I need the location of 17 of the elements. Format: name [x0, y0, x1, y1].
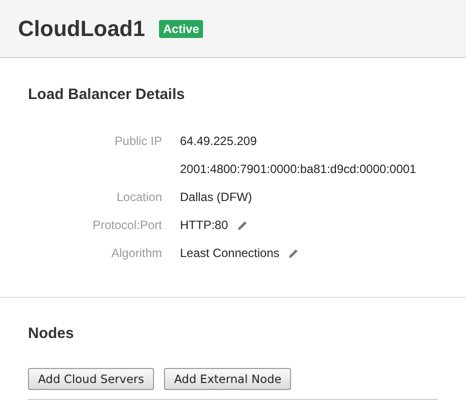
pencil-icon[interactable] — [237, 220, 248, 230]
field-label: Algorithm — [110, 245, 162, 262]
field-value: HTTP:80 — [180, 217, 228, 234]
field-value: 2001:4800:7901:0000:ba81:d9cd:0000:0001 — [180, 161, 416, 178]
pencil-icon[interactable] — [288, 248, 300, 258]
field-label: Protocol:Port — [92, 217, 162, 234]
field-label: Public IP — [114, 133, 162, 150]
add-button[interactable]: Add Cloud Servers — [28, 368, 154, 390]
field-label: Location — [116, 189, 162, 206]
field-value: Least Connections — [180, 245, 280, 262]
field-value: 64.49.225.209 — [180, 133, 257, 150]
section-heading: Nodes — [28, 325, 75, 342]
field-value: Dallas (DFW) — [180, 189, 252, 206]
status-badge: Active — [159, 20, 204, 38]
section-heading: Load Balancer Details — [28, 86, 186, 103]
add-button[interactable]: Add External Node — [164, 368, 292, 390]
page-title: CloudLoad1 — [18, 16, 146, 42]
